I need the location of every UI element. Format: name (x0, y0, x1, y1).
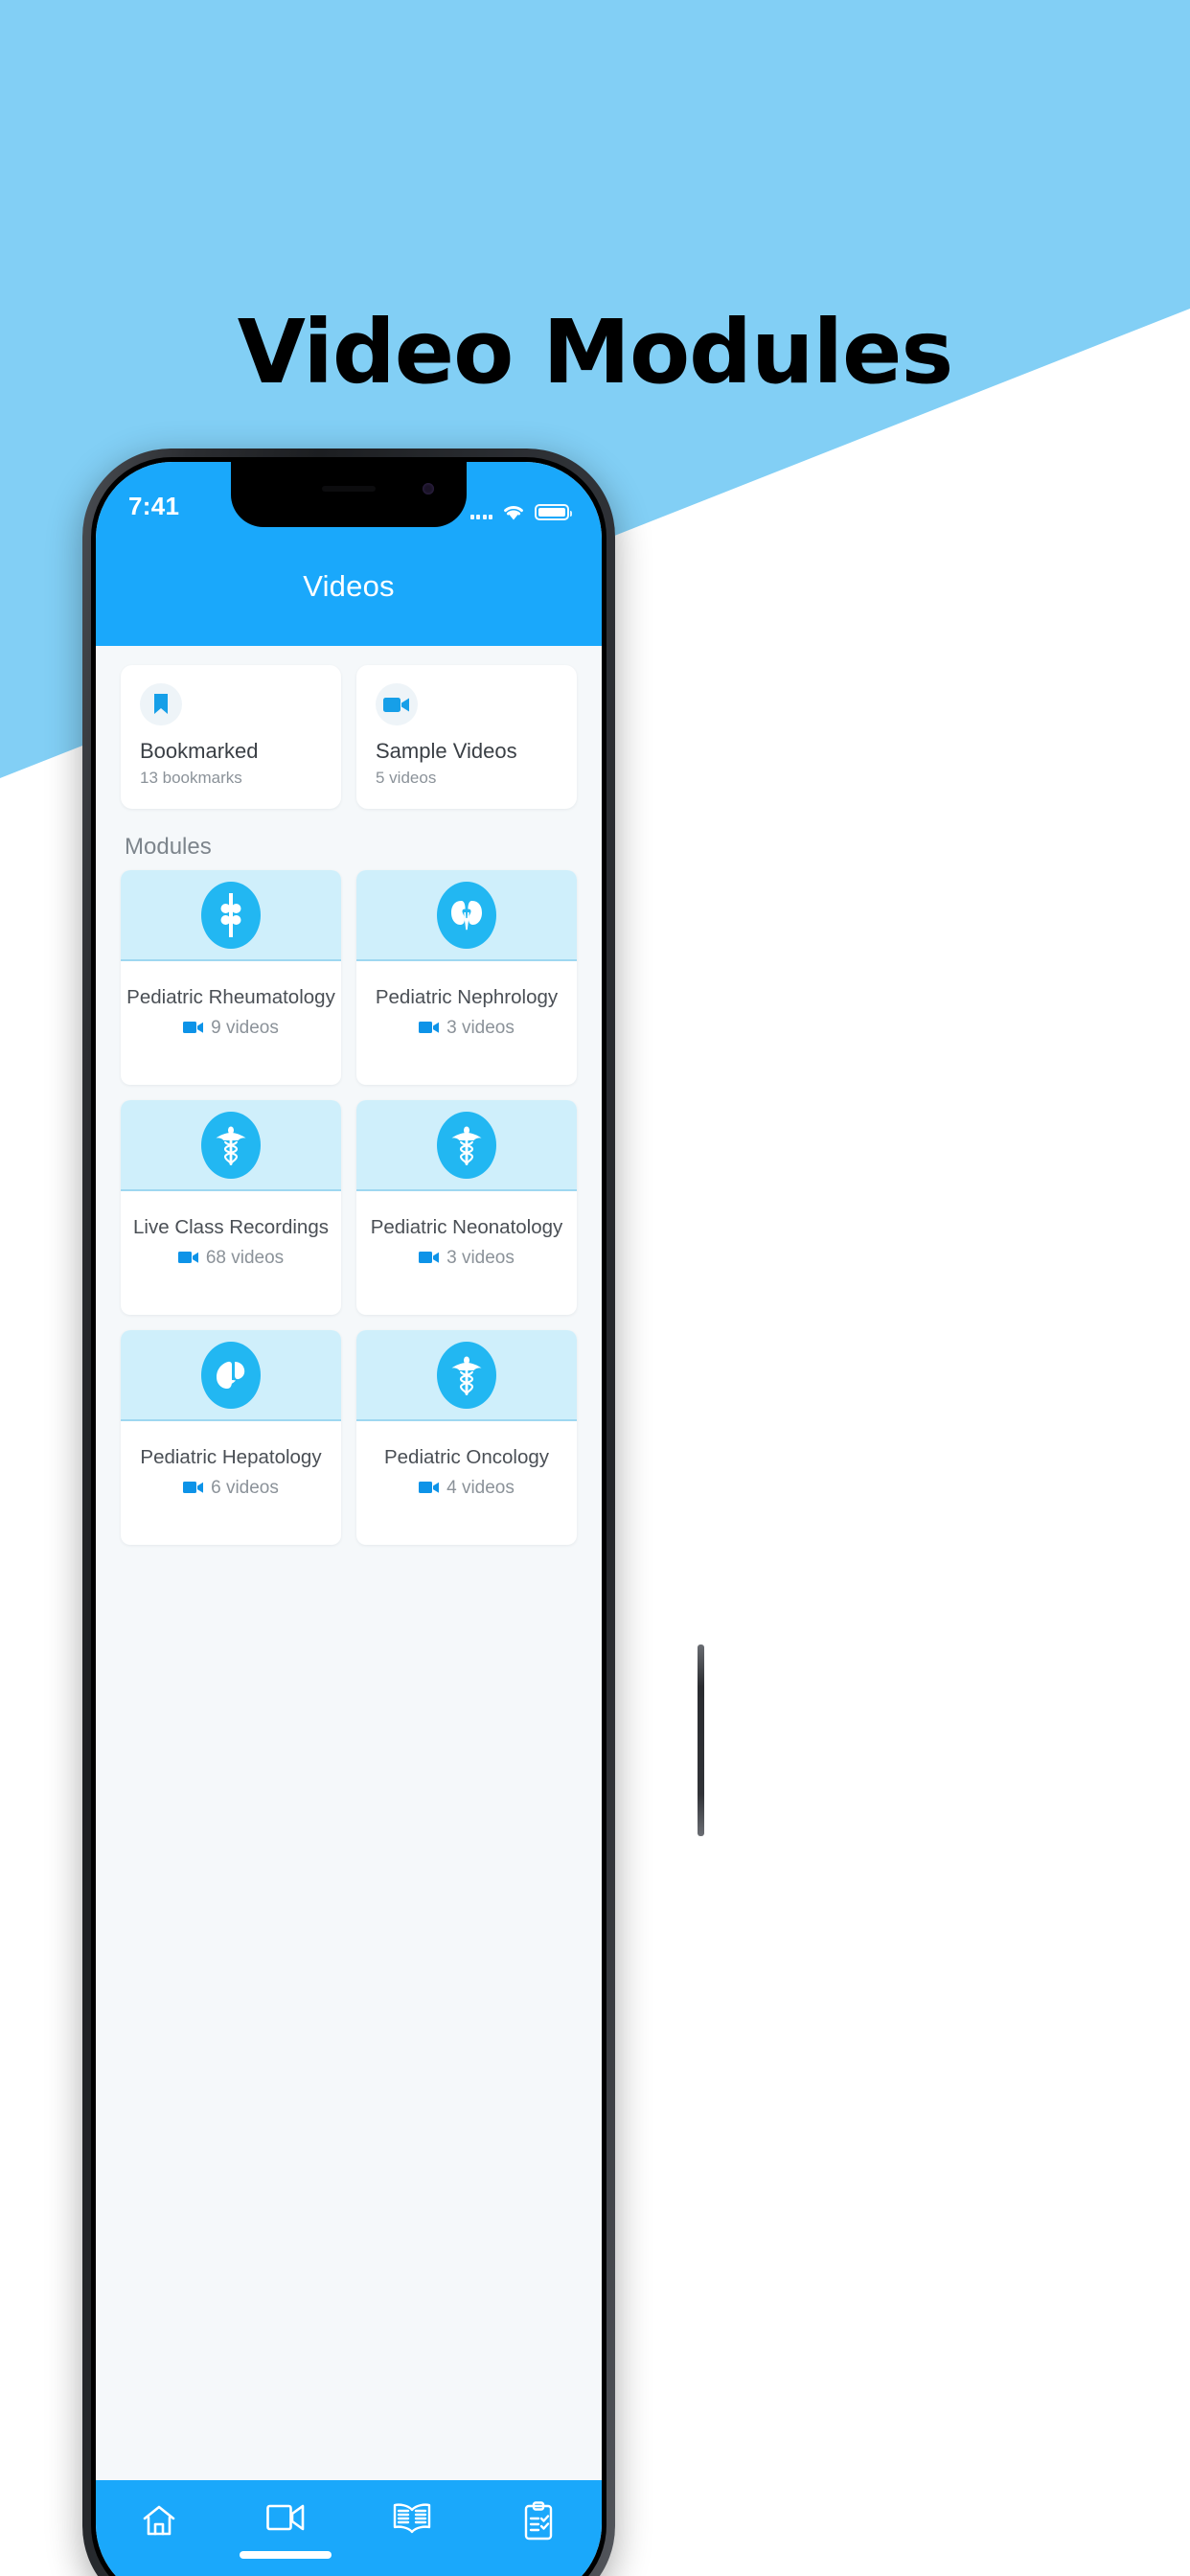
module-card[interactable]: Pediatric Rheumatology 9 videos (121, 870, 341, 1086)
nav-active-indicator (240, 2551, 332, 2559)
module-count-label: 68 videos (205, 1247, 285, 1268)
video-camera-icon (419, 1481, 440, 1495)
home-icon (140, 2501, 178, 2540)
nav-item-videos[interactable] (222, 2501, 349, 2559)
signal-dots-icon (469, 506, 492, 519)
caduceus-icon (437, 1341, 496, 1409)
module-card[interactable]: Live Class Recordings 68 videos (121, 1100, 341, 1316)
module-thumbnail (121, 870, 341, 962)
main-content: Bookmarked 13 bookmarks Sample Videos 5 … (96, 646, 602, 2480)
phone-screen: 7:41 Videos Bookmarked 13 bookmarks Samp… (96, 462, 602, 2576)
quick-card-subtitle: 5 videos (376, 769, 437, 788)
bone-joint-icon (201, 881, 261, 949)
module-title: Pediatric Neonatology (370, 1216, 563, 1239)
status-bar-time: 7:41 (128, 492, 180, 520)
nav-item-clipboard[interactable] (475, 2501, 602, 2542)
nav-item-home[interactable] (96, 2501, 222, 2540)
liver-icon (201, 1341, 261, 1409)
page-title: Video Modules (237, 301, 953, 403)
module-body: Pediatric Rheumatology 9 videos (121, 961, 341, 1085)
module-count-label: 4 videos (446, 1477, 515, 1498)
module-video-count: 4 videos (419, 1478, 515, 1499)
quick-card-title: Sample Videos (376, 739, 517, 763)
earpiece-speaker-icon (322, 486, 376, 492)
module-video-count: 68 videos (177, 1247, 285, 1269)
module-video-count: 3 videos (419, 1248, 515, 1269)
video-camera-icon (419, 1251, 440, 1265)
module-body: Live Class Recordings 68 videos (121, 1191, 341, 1315)
module-thumbnail (121, 1330, 341, 1422)
phone-mockup-frame: 7:41 Videos Bookmarked 13 bookmarks Samp… (82, 448, 704, 2576)
module-title: Pediatric Hepatology (140, 1446, 322, 1469)
book-icon (392, 2501, 432, 2538)
module-body: Pediatric Nephrology 3 videos (356, 961, 577, 1085)
module-count-label: 6 videos (211, 1477, 279, 1498)
module-thumbnail (356, 870, 577, 962)
module-title: Pediatric Oncology (383, 1446, 550, 1469)
kidneys-icon (437, 881, 496, 949)
battery-full-icon (535, 504, 572, 520)
quick-card-subtitle: 13 bookmarks (140, 769, 242, 788)
video-camera-icon (183, 1021, 204, 1035)
phone-bezel: 7:41 Videos Bookmarked 13 bookmarks Samp… (91, 457, 606, 2576)
module-thumbnail (356, 1100, 577, 1192)
module-card[interactable]: Pediatric Hepatology 6 videos (121, 1330, 341, 1546)
promo-screenshot-root: Video Modules 7:41 Videos Bookmarked 13 … (0, 0, 1190, 2576)
module-video-count: 3 videos (419, 1018, 515, 1039)
module-card[interactable]: Pediatric Oncology 4 videos (356, 1330, 577, 1546)
app-header-title: Videos (303, 569, 395, 603)
module-count-label: 3 videos (446, 1017, 515, 1038)
module-title: Live Class Recordings (133, 1216, 329, 1239)
front-camera-icon (423, 483, 434, 494)
caduceus-icon (201, 1111, 261, 1179)
module-title: Pediatric Nephrology (375, 986, 559, 1009)
module-count-label: 3 videos (446, 1247, 515, 1268)
quick-card-sample-videos[interactable]: Sample Videos 5 videos (356, 665, 577, 810)
video-camera-icon (183, 1481, 204, 1495)
module-thumbnail (121, 1100, 341, 1192)
bottom-navigation-bar (96, 2480, 602, 2576)
bookmark-icon (140, 683, 182, 725)
power-button[interactable] (698, 1644, 704, 1836)
wifi-icon (501, 503, 526, 521)
quick-access-row: Bookmarked 13 bookmarks Sample Videos 5 … (96, 646, 602, 810)
video-camera-icon (376, 683, 418, 725)
module-title: Pediatric Rheumatology (126, 986, 335, 1009)
video-camera-icon (177, 1251, 199, 1265)
module-body: Pediatric Oncology 4 videos (356, 1421, 577, 1545)
video-camera-icon (419, 1021, 440, 1035)
module-card[interactable]: Pediatric Neonatology 3 videos (356, 1100, 577, 1316)
section-label-modules: Modules (125, 834, 212, 861)
status-bar-indicators (469, 503, 572, 521)
quick-card-bookmarked[interactable]: Bookmarked 13 bookmarks (121, 665, 341, 810)
module-video-count: 9 videos (183, 1018, 279, 1039)
quick-card-title: Bookmarked (140, 739, 259, 763)
app-header: Videos (96, 527, 602, 646)
nav-item-book[interactable] (349, 2501, 475, 2538)
module-video-count: 6 videos (183, 1478, 279, 1499)
clipboard-icon (522, 2501, 555, 2542)
module-count-label: 9 videos (211, 1017, 279, 1038)
phone-notch (231, 462, 467, 527)
module-thumbnail (356, 1330, 577, 1422)
video-icon (265, 2501, 306, 2534)
caduceus-icon (437, 1111, 496, 1179)
module-body: Pediatric Neonatology 3 videos (356, 1191, 577, 1315)
module-body: Pediatric Hepatology 6 videos (121, 1421, 341, 1545)
modules-grid: Pediatric Rheumatology 9 videos Pediatri… (96, 870, 602, 1546)
module-card[interactable]: Pediatric Nephrology 3 videos (356, 870, 577, 1086)
